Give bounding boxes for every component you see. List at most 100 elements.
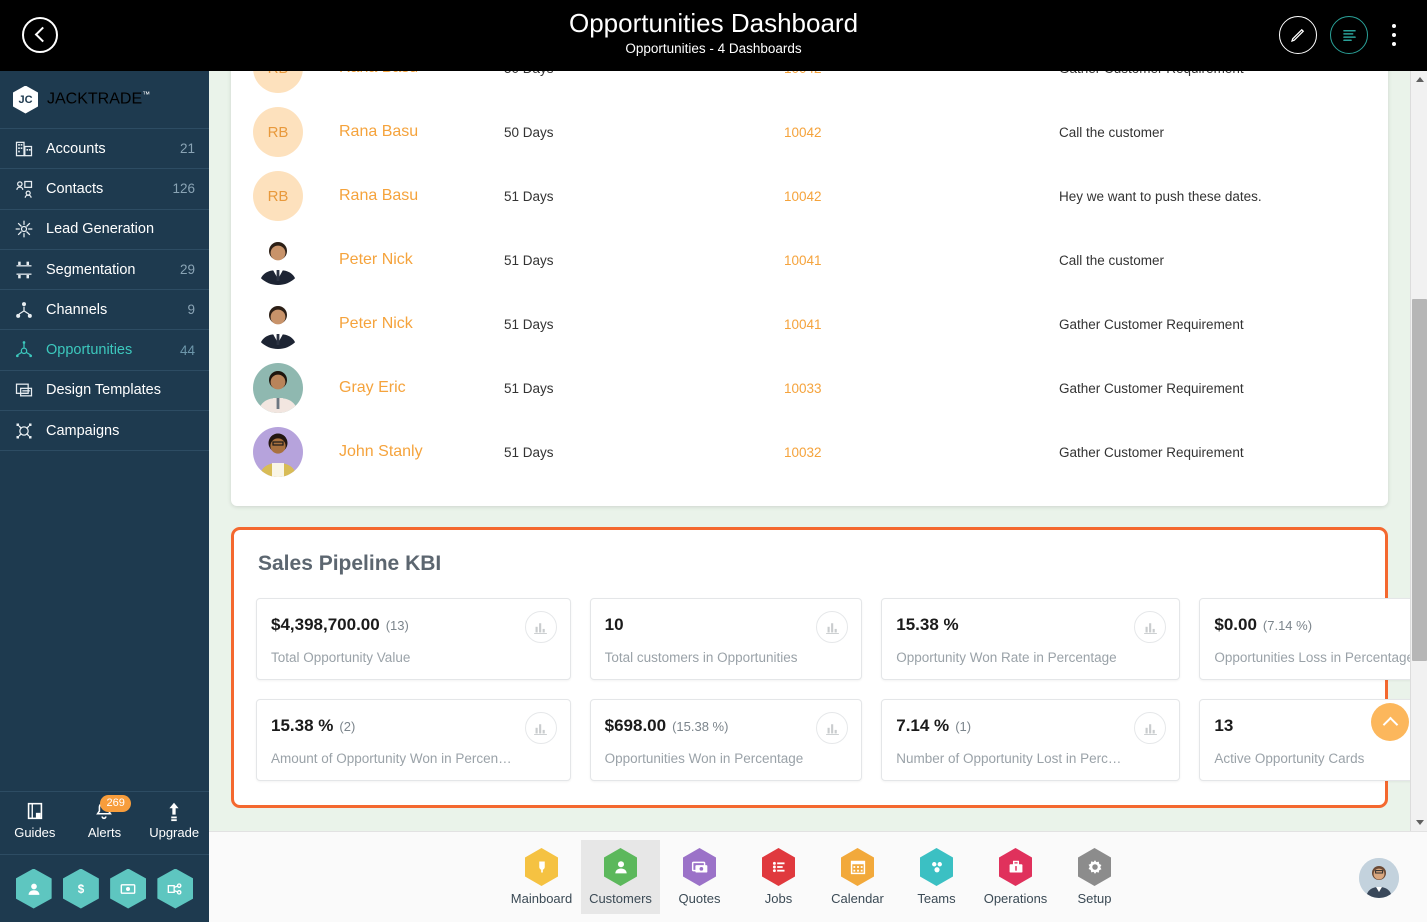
workflow-hex-icon bbox=[168, 882, 182, 895]
edit-button[interactable] bbox=[1279, 16, 1317, 54]
table-cell-id[interactable]: 10033 bbox=[784, 381, 1059, 396]
bottom-nav-calendar[interactable]: Calendar bbox=[818, 840, 897, 914]
sidebar-item-channels[interactable]: Channels 9 bbox=[0, 290, 209, 331]
table-cell-note: Call the customer bbox=[1059, 252, 1165, 268]
contact-photo bbox=[253, 427, 303, 477]
table-cell-days: 51 Days bbox=[504, 444, 554, 460]
design-templates-icon bbox=[15, 383, 33, 397]
kpi-chart-button[interactable] bbox=[524, 712, 557, 744]
sidebar-item-count: 126 bbox=[172, 181, 195, 197]
sidebar-item-count: 21 bbox=[179, 141, 195, 157]
table-cell-name[interactable]: Rana Basu bbox=[339, 71, 504, 77]
avatar[interactable] bbox=[1359, 858, 1399, 898]
table-row[interactable]: Gray Eric 51 Days 10033 Gather Customer Req… bbox=[231, 356, 1388, 420]
sidebar-item-lead-generation[interactable]: Lead Generation bbox=[0, 210, 209, 250]
sidebar-item-contacts[interactable]: Contacts 126 bbox=[0, 169, 209, 210]
kpi-chart-button[interactable] bbox=[1134, 611, 1167, 643]
sidebar-item-accounts[interactable]: Accounts 21 bbox=[0, 129, 209, 170]
bottom-nav-jobs[interactable]: Jobs bbox=[739, 840, 818, 914]
bar-chart-icon bbox=[1143, 723, 1157, 735]
header-titles: Opportunities Dashboard Opportunities - … bbox=[0, 0, 1427, 59]
kpi-value: 15.38 % bbox=[896, 615, 959, 634]
more-options-button[interactable] bbox=[1381, 16, 1407, 54]
table-cell-id[interactable]: 10041 bbox=[784, 317, 1059, 332]
table-cell-name[interactable]: John Stanly bbox=[339, 443, 504, 461]
table-cell-id[interactable]: 10041 bbox=[784, 253, 1059, 268]
bottom-nav-quotes[interactable]: Quotes bbox=[660, 840, 739, 914]
table-cell-name[interactable]: Gray Eric bbox=[339, 379, 504, 397]
bottom-nav-customers[interactable]: Customers bbox=[581, 840, 660, 914]
kpi-sub-value: (7.14 %) bbox=[1262, 618, 1313, 633]
table-row[interactable]: Peter Nick 51 Days 10041 Call the customer bbox=[231, 228, 1388, 292]
bottom-nav-teams[interactable]: Teams bbox=[897, 840, 976, 914]
sidebar-item-label: Accounts bbox=[46, 140, 106, 157]
person-hex-icon bbox=[28, 883, 40, 895]
avatar-initials: RB bbox=[267, 187, 289, 205]
teams-icon bbox=[920, 848, 953, 886]
table-cell-days: 51 Days bbox=[504, 380, 554, 396]
scrollbar-down-arrow[interactable] bbox=[1411, 814, 1427, 831]
scroll-to-top-button[interactable] bbox=[1371, 703, 1409, 741]
table-cell-name[interactable]: Rana Basu bbox=[339, 187, 504, 205]
bottom-nav-setup[interactable]: Setup bbox=[1055, 840, 1134, 914]
operations-icon bbox=[999, 848, 1032, 886]
table-cell-days: 50 Days bbox=[504, 124, 554, 140]
table-cell-name[interactable]: Peter Nick bbox=[339, 315, 504, 333]
activity-table-rows: RBRana Basu50 Days10042Gather Customer R… bbox=[231, 71, 1388, 484]
table-cell-avatar bbox=[253, 299, 339, 349]
quick-action-payment[interactable] bbox=[110, 868, 147, 909]
sidebar-item-segmentation[interactable]: Segmentation 29 bbox=[0, 250, 209, 291]
kpi-sub-value: (1) bbox=[955, 719, 972, 734]
bottom-navigation: Mainboard Customers Quotes Jobs Calendar Team… bbox=[209, 831, 1427, 922]
bottom-nav-operations[interactable]: Operations bbox=[976, 840, 1055, 914]
quick-action-dollar[interactable]: $ bbox=[62, 868, 99, 909]
table-cell-id[interactable]: 10042 bbox=[784, 125, 1059, 140]
kpi-sub-value: (2) bbox=[339, 719, 356, 734]
quick-action-person[interactable] bbox=[15, 868, 52, 909]
kpi-chart-button[interactable] bbox=[816, 712, 849, 744]
table-cell-id[interactable]: 10032 bbox=[784, 445, 1059, 460]
sidebar-item-guides[interactable]: Guides bbox=[4, 800, 66, 840]
sidebar-item-opportunities[interactable]: Opportunities 44 bbox=[0, 330, 209, 371]
table-row[interactable]: RB Rana Basu 51 Days 10042 Hey we want to pu… bbox=[231, 164, 1388, 228]
kpi-card[interactable]: $0.00 (7.14 %) Opportunities Loss in Perce… bbox=[1199, 598, 1427, 680]
contacts-icon bbox=[14, 179, 34, 199]
table-cell-name[interactable]: Rana Basu bbox=[339, 123, 504, 141]
kpi-card[interactable]: 7.14 % (1) Number of Opportunity Lost in P… bbox=[881, 699, 1181, 781]
kpi-card[interactable]: 10 Total customers in Opportunities bbox=[589, 598, 863, 680]
sidebar-item-design-templates[interactable]: Design Templates bbox=[0, 371, 209, 412]
table-row[interactable]: RB Rana Basu 50 Days 10042 Call the customer bbox=[231, 100, 1388, 164]
table-row[interactable]: Peter Nick 51 Days 10041 Gather Customer Re… bbox=[231, 292, 1388, 356]
scrollbar-up-arrow[interactable] bbox=[1411, 71, 1427, 88]
kpi-chart-button[interactable] bbox=[1134, 712, 1167, 744]
kpi-chart-button[interactable] bbox=[816, 611, 849, 643]
bottom-nav-label: Operations bbox=[983, 891, 1048, 906]
table-cell-id[interactable]: 10042 bbox=[784, 189, 1059, 204]
bottom-nav-mainboard[interactable]: Mainboard bbox=[502, 840, 581, 914]
sidebar-item-campaigns[interactable]: Campaigns bbox=[0, 411, 209, 452]
main-content: RBRana Basu50 Days10042Gather Customer R… bbox=[209, 71, 1427, 831]
sidebar-item-alerts[interactable]: 269 Alerts bbox=[73, 795, 135, 840]
table-cell-id[interactable]: 10042 bbox=[784, 71, 1059, 76]
bottom-nav-label: Calendar bbox=[831, 891, 884, 906]
kpi-card[interactable]: 15.38 % Opportunity Won Rate in Percentag… bbox=[881, 598, 1181, 680]
brand-logo[interactable]: JC JACKTRADE™ bbox=[0, 71, 209, 129]
kpi-chart-button[interactable] bbox=[524, 611, 557, 643]
pencil-icon bbox=[1290, 28, 1305, 43]
kpi-sub-value: (15.38 %) bbox=[672, 719, 729, 734]
kpi-card[interactable]: $4,398,700.00 (13) Total Opportunity Value bbox=[256, 598, 571, 680]
kpi-card[interactable]: 15.38 % (2) Amount of Opportunity Won in P… bbox=[256, 699, 571, 781]
kpi-card[interactable]: $698.00 (15.38 %) Opportunities Won in Per… bbox=[589, 699, 863, 781]
table-row[interactable]: RB Rana Basu50 Days10042Gather Customer R… bbox=[231, 71, 1388, 100]
quick-action-workflow[interactable] bbox=[157, 868, 194, 909]
kpi-value-row: 10 bbox=[605, 615, 848, 635]
scrollbar-thumb[interactable] bbox=[1412, 299, 1427, 661]
brand-name: JACKTRADE™ bbox=[47, 90, 151, 108]
sidebar-item-upgrade[interactable]: Upgrade bbox=[143, 800, 205, 840]
bar-chart-icon bbox=[534, 723, 547, 735]
gear-icon bbox=[1078, 848, 1111, 886]
table-cell-name[interactable]: Peter Nick bbox=[339, 251, 504, 269]
table-row[interactable]: John Stanly 51 Days 10032 Gather Customer R… bbox=[231, 420, 1388, 484]
list-view-button[interactable] bbox=[1330, 16, 1368, 54]
vertical-scrollbar[interactable] bbox=[1410, 71, 1427, 831]
